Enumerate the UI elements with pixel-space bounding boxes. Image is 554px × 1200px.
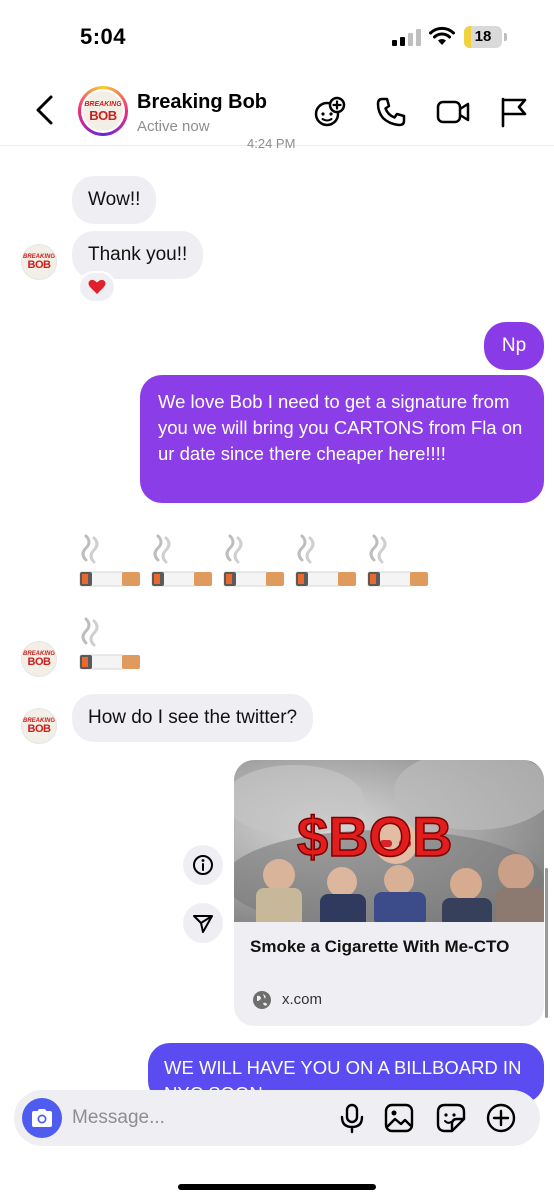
microphone-icon[interactable] <box>336 1102 368 1134</box>
camera-button[interactable] <box>22 1098 62 1138</box>
video-call-icon[interactable] <box>436 95 470 129</box>
cellular-signal-icon <box>392 29 421 46</box>
flag-icon[interactable] <box>497 95 531 129</box>
info-icon <box>193 855 213 875</box>
phone-icon[interactable] <box>374 95 408 129</box>
link-preview-domain: x.com <box>282 991 323 1008</box>
battery-level-text: 18 <box>474 28 492 45</box>
link-preview-overlay-text: $BOB <box>297 805 453 868</box>
incoming-message[interactable]: Wow!! <box>72 176 157 224</box>
incoming-message[interactable]: How do I see the twitter? <box>72 694 314 742</box>
status-time: 5:04 <box>80 24 127 49</box>
contact-activity-status: Active now <box>137 118 210 135</box>
home-indicator[interactable] <box>178 1184 376 1190</box>
link-preview-image: $BOB <box>234 760 544 922</box>
message-composer <box>14 1090 540 1146</box>
wifi-icon <box>429 26 455 45</box>
cigarette-emoji <box>78 617 142 671</box>
cigarette-emoji <box>294 534 358 588</box>
info-button[interactable] <box>183 845 223 885</box>
outgoing-message[interactable]: Np <box>484 322 544 370</box>
heart-reaction[interactable] <box>78 271 116 303</box>
cigarette-emoji <box>366 534 430 588</box>
scroll-indicator[interactable] <box>545 868 548 1018</box>
heart-icon <box>88 279 106 294</box>
link-preview-title: Smoke a Cigarette With Me-CTO <box>250 937 510 956</box>
back-chevron-icon[interactable] <box>30 92 60 128</box>
battery-indicator: 18 <box>464 26 508 48</box>
message-timestamp: 4:24 PM <box>247 136 296 148</box>
link-preview-card[interactable]: $BOB Smoke a Cigarette With Me-CTO x.com <box>234 760 544 1026</box>
plus-icon[interactable] <box>485 1102 517 1134</box>
add-effect-icon[interactable] <box>313 95 347 129</box>
sender-avatar[interactable]: BREAKING BOB <box>21 641 57 677</box>
cigarette-emoji <box>150 534 214 588</box>
outgoing-message[interactable]: We love Bob I need to get a signature fr… <box>140 375 544 503</box>
cigarette-emoji <box>222 534 286 588</box>
sender-avatar[interactable]: BREAKING BOB <box>21 244 57 280</box>
contact-name[interactable]: Breaking Bob <box>137 91 267 114</box>
camera-icon <box>32 1109 52 1127</box>
globe-icon <box>253 991 271 1009</box>
sender-avatar[interactable]: BREAKING BOB <box>21 708 57 744</box>
sticker-icon[interactable] <box>435 1102 467 1134</box>
share-icon <box>193 915 213 933</box>
share-button[interactable] <box>183 903 223 943</box>
gallery-icon[interactable] <box>383 1102 415 1134</box>
status-bar: 5:04 18 <box>0 0 554 76</box>
message-input[interactable] <box>72 1103 312 1133</box>
avatar-logo-main: BOB <box>89 107 117 123</box>
contact-avatar[interactable]: BREAKING BOB <box>78 86 128 136</box>
cigarette-emoji <box>78 534 142 588</box>
